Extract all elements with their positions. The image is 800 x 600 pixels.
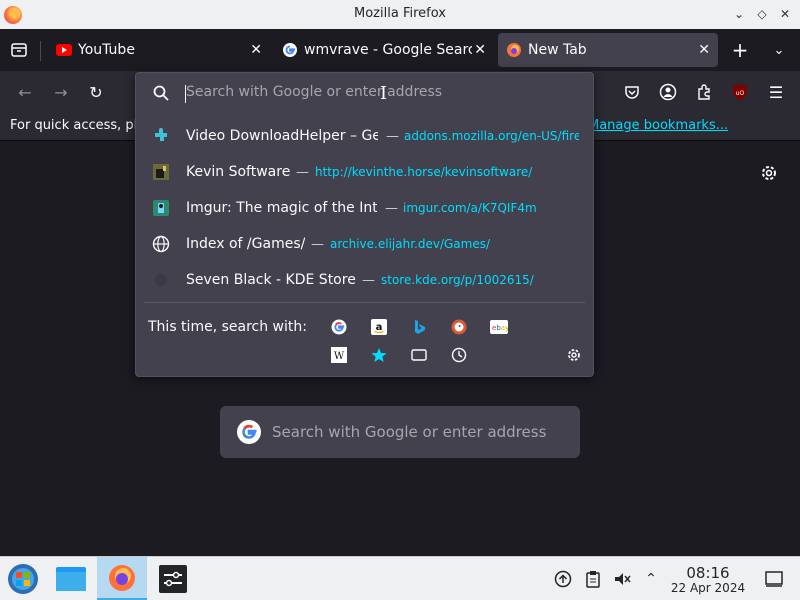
urlbar-result[interactable]: Kevin Software — http://kevinthe.horse/k… <box>136 154 593 190</box>
result-title: Index of /Games/ <box>186 236 306 252</box>
amazon-engine-icon[interactable]: a <box>370 318 388 336</box>
mouse-ibeam-cursor: I <box>380 83 388 104</box>
text-caret <box>185 85 186 103</box>
tab-google-search[interactable]: wmvrave - Google Search ✕ <box>274 29 494 71</box>
urlbar-input[interactable]: Search with Google or enter address I <box>136 73 593 113</box>
firefox-taskbar-icon[interactable] <box>97 557 147 600</box>
account-icon[interactable] <box>657 81 679 103</box>
minimize-icon[interactable]: ⌄ <box>730 5 748 23</box>
google-engine-icon[interactable] <box>330 318 348 336</box>
urlbar-placeholder: Search with Google or enter address <box>186 84 443 100</box>
clipboard-tray-icon[interactable] <box>583 569 603 589</box>
pocket-icon[interactable] <box>621 81 643 103</box>
list-all-tabs-icon[interactable]: ⌄ <box>768 39 790 61</box>
imgur-icon <box>152 199 170 217</box>
result-separator: — <box>296 164 309 180</box>
reload-icon[interactable]: ↻ <box>85 81 107 103</box>
puzzle-icon <box>152 127 170 145</box>
start-menu-orb-icon[interactable] <box>0 557 46 600</box>
search-icon <box>152 84 170 102</box>
google-icon <box>282 42 298 58</box>
forward-icon[interactable]: → <box>50 81 72 103</box>
google-logo-icon <box>236 419 262 445</box>
firefox-icon <box>506 42 522 58</box>
back-icon[interactable]: ← <box>14 81 36 103</box>
site-favicon <box>152 163 170 181</box>
tab-label: YouTube <box>78 42 135 58</box>
maximize-icon[interactable]: ◇ <box>753 5 771 23</box>
firefox-view-icon[interactable] <box>8 39 30 61</box>
clock-date[interactable]: 22 Apr 2024 <box>668 581 748 595</box>
youtube-icon <box>56 42 72 58</box>
ebay-engine-icon[interactable]: ebay <box>490 318 508 336</box>
ublock-icon[interactable]: uO <box>729 81 751 103</box>
bing-engine-icon[interactable] <box>410 318 428 336</box>
extensions-icon[interactable] <box>693 81 715 103</box>
personalize-gear-icon[interactable] <box>758 162 780 184</box>
urlbar-result[interactable]: Imgur: The magic of the Internet — imgur… <box>136 190 593 226</box>
tab-label: wmvrave - Google Search <box>304 42 472 58</box>
tab-strip: YouTube ✕ wmvrave - Google Search ✕ New … <box>0 29 800 71</box>
show-desktop-icon[interactable] <box>764 569 784 589</box>
tab-new-tab[interactable]: New Tab ✕ <box>498 33 718 67</box>
file-manager-icon[interactable] <box>48 557 94 600</box>
window-titlebar: Mozilla Firefox ⌄ ◇ ✕ <box>0 0 800 29</box>
updates-tray-icon[interactable] <box>553 569 573 589</box>
tabs-icon[interactable] <box>410 346 428 364</box>
new-tab-icon[interactable]: + <box>729 38 751 62</box>
show-hidden-icons-icon[interactable]: ⌃ <box>641 569 661 589</box>
result-separator: — <box>385 200 398 216</box>
tab-youtube[interactable]: YouTube ✕ <box>48 29 270 71</box>
result-separator: — <box>362 272 375 288</box>
urlbar-dropdown: Search with Google or enter address I Vi… <box>135 72 594 377</box>
taskbar: ⌃ 08:16 22 Apr 2024 <box>0 556 800 600</box>
terminal-settings-icon[interactable] <box>150 557 196 600</box>
newtab-search-placeholder: Search with Google or enter address <box>272 423 547 441</box>
bookmarks-star-icon[interactable] <box>370 346 388 364</box>
volume-muted-tray-icon[interactable] <box>612 569 632 589</box>
close-window-icon[interactable]: ✕ <box>776 5 794 23</box>
globe-icon <box>152 235 170 253</box>
result-url: http://kevinthe.horse/kevinsoftware/ <box>315 165 533 179</box>
clock-time[interactable]: 08:16 <box>672 564 744 582</box>
urlbar-result[interactable]: Video DownloadHelper – Get this Extensio… <box>136 118 593 154</box>
svg-text:uO: uO <box>736 90 745 97</box>
wikipedia-engine-icon[interactable]: W <box>330 346 348 364</box>
search-settings-gear-icon[interactable] <box>565 346 583 364</box>
history-clock-icon[interactable] <box>450 346 468 364</box>
tab-separator <box>40 41 41 61</box>
svg-text:a: a <box>376 322 383 333</box>
result-url: archive.elijahr.dev/Games/ <box>330 237 491 251</box>
svg-text:ebay: ebay <box>492 324 508 332</box>
urlbar-result[interactable]: Index of /Games/ — archive.elijahr.dev/G… <box>136 226 593 262</box>
result-title: Seven Black - KDE Store <box>186 272 356 288</box>
dropdown-divider <box>144 302 585 303</box>
window-title: Mozilla Firefox <box>354 6 446 21</box>
tab-label: New Tab <box>528 42 587 58</box>
close-tab-icon[interactable]: ✕ <box>698 42 710 58</box>
manage-bookmarks-link[interactable]: Manage bookmarks... <box>588 113 728 139</box>
close-tab-icon[interactable]: ✕ <box>474 42 486 58</box>
result-url: addons.mozilla.org/en-US/firefox/addon/v… <box>404 129 579 143</box>
urlbar-result[interactable]: Seven Black - KDE Store — store.kde.org/… <box>136 262 593 298</box>
result-title: Imgur: The magic of the Internet <box>186 200 377 216</box>
result-title: Video DownloadHelper – Get this Extensio… <box>186 128 378 144</box>
svg-text:W: W <box>334 351 345 362</box>
kde-store-icon <box>152 271 170 289</box>
app-menu-icon[interactable]: ☰ <box>765 81 787 103</box>
newtab-search-box[interactable]: Search with Google or enter address <box>220 406 580 458</box>
close-tab-icon[interactable]: ✕ <box>250 42 262 58</box>
search-with-label: This time, search with: <box>148 319 307 335</box>
result-title: Kevin Software <box>186 164 291 180</box>
result-url: store.kde.org/p/1002615/ <box>381 273 534 287</box>
duckduckgo-engine-icon[interactable] <box>450 318 468 336</box>
result-separator: — <box>311 236 324 252</box>
result-separator: — <box>386 128 399 144</box>
result-url: imgur.com/a/K7QIF4m <box>403 201 537 215</box>
